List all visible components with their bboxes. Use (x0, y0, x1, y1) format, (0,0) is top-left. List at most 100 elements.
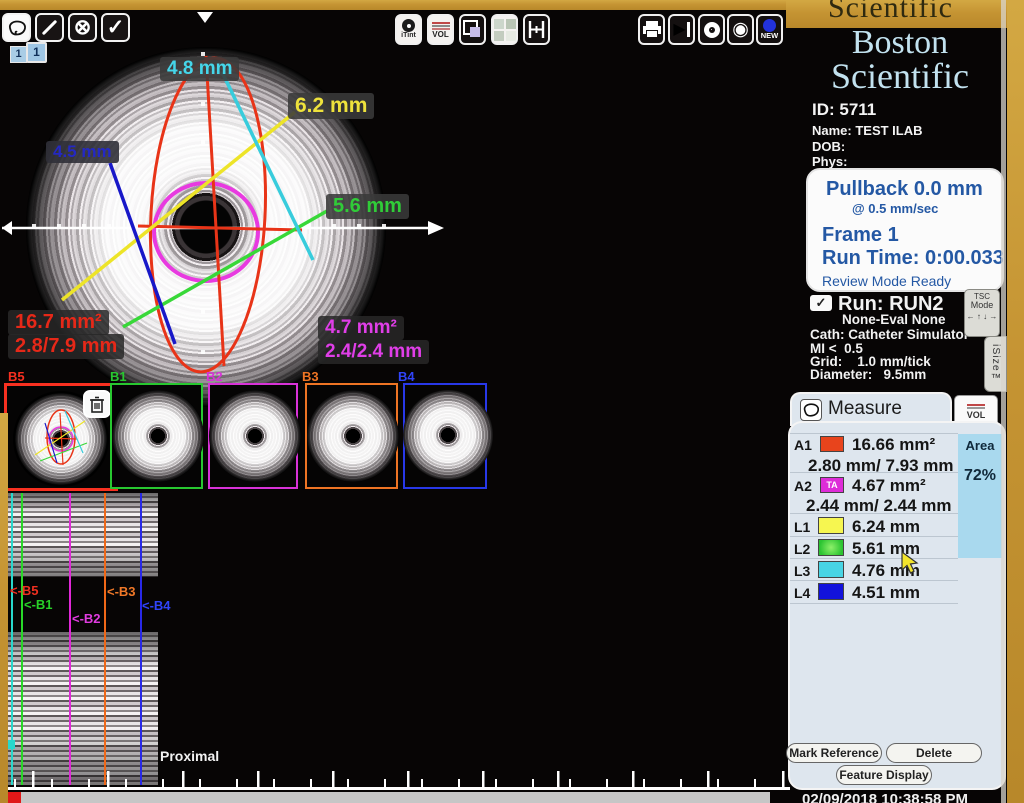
tsc-label2: Mode (965, 301, 999, 310)
ild-bookmark-line-b1[interactable] (21, 493, 23, 785)
patient-phys: Phys: (812, 154, 847, 169)
itint-button[interactable]: iTint (395, 14, 422, 45)
new-label: NEW (761, 32, 779, 40)
review-mode-status: Review Mode Ready (822, 273, 951, 289)
row-divider (790, 472, 958, 473)
row-divider (790, 536, 958, 537)
monitor-bezel-left (0, 413, 8, 803)
area-trace-tool-button[interactable] (2, 13, 31, 42)
axis-arrow-right-icon (428, 221, 444, 235)
layout-overlap-button[interactable] (459, 14, 486, 45)
play-to-end-icon: ▶ (673, 22, 689, 38)
ild-bookmark-line-b2[interactable] (69, 493, 71, 785)
delete-measure-tool-button[interactable]: ⊗ (68, 13, 97, 42)
bookmark-thumb-b4[interactable] (403, 383, 487, 489)
tsc-mode-button[interactable]: TSC Mode ← ↑ ↓ → (964, 289, 1000, 337)
vol-tab-label: VOL (967, 410, 986, 420)
bookmark-thumb-b5[interactable] (4, 383, 118, 491)
a2-diameter-label: 2.4/2.4 mm (318, 340, 429, 364)
bookmark-thumb-b2[interactable] (208, 383, 298, 489)
check-icon: ✓ (107, 17, 125, 38)
disc-icon (704, 22, 720, 38)
row-divider (790, 558, 958, 559)
a2-color-swatch: TA (820, 477, 844, 493)
measure-row-id-l4: L4 (794, 585, 810, 601)
new-run-button[interactable]: NEW (756, 14, 783, 45)
caliper-button[interactable] (523, 14, 550, 45)
thumb-rings (307, 390, 399, 482)
a1-value[interactable]: 16.66 mm² (852, 435, 935, 455)
bookmark-thumb-b3[interactable] (305, 383, 398, 489)
row-divider (790, 603, 958, 604)
ild-scroll-position-marker[interactable] (8, 792, 21, 803)
system-timestamp: 02/09/2018 10:38:58 PM (802, 791, 968, 803)
disc-button[interactable] (698, 14, 725, 45)
ild-scrollbar[interactable] (8, 792, 770, 803)
a1-diameter-label: 2.8/7.9 mm (8, 334, 124, 359)
caliper-icon (527, 20, 546, 39)
record-button[interactable]: ◉ (727, 14, 754, 45)
a2-area-label: 4.7 mm² (318, 316, 404, 340)
record-icon: ◉ (732, 20, 749, 39)
delete-bookmark-button[interactable] (83, 390, 111, 418)
printer-icon (643, 21, 661, 39)
bookmark-label-b2: B2 (206, 369, 223, 384)
bookmark-thumb-b1[interactable] (110, 383, 203, 489)
pullback-value: Pullback 0.0 mm (826, 178, 983, 201)
l3-color-swatch (818, 561, 844, 578)
vol-label: VOL (432, 31, 448, 39)
ild-bookmark-line-b3[interactable] (104, 493, 106, 785)
overlapping-squares-icon (463, 20, 482, 39)
pullback-status-box: Pullback 0.0 mm @ 0.5 mm/sec Frame 1 Run… (806, 168, 1004, 292)
play-to-end-button[interactable]: ▶ (668, 14, 695, 45)
grid-squares-icon (494, 19, 516, 41)
ild-band-top (8, 493, 158, 577)
logo-line2: Scientific (800, 58, 1000, 94)
accept-tool-button[interactable]: ✓ (101, 13, 130, 42)
proximal-label: Proximal (160, 748, 219, 764)
bookmark-label-b3: B3 (302, 369, 319, 384)
ild-band-bottom (8, 632, 158, 785)
a2-value[interactable]: 4.67 mm² (852, 476, 926, 496)
layout-grid-button[interactable] (491, 14, 518, 45)
ild-marker-b5: <-B5 (10, 583, 39, 598)
measure-row-id-a1: A1 (794, 437, 812, 453)
run-select-checkbox[interactable]: ✓ (810, 295, 832, 311)
ild-marker-b2: <-B2 (72, 611, 101, 626)
l4-color-swatch (818, 583, 844, 600)
distance-ruler (8, 770, 790, 790)
tool-count-badge: 1 (10, 46, 27, 63)
screen-edge-highlight (1001, 0, 1006, 803)
patient-dob: DOB: (812, 139, 845, 154)
distance-line-tool-button[interactable] (35, 13, 64, 42)
a1-diameter-h[interactable] (138, 226, 302, 230)
delete-button[interactable]: Delete (886, 743, 982, 763)
ild-marker-b3: <-B3 (107, 584, 136, 599)
mark-reference-button[interactable]: Mark Reference (786, 743, 882, 763)
l1-color-swatch (818, 517, 844, 534)
vol-mode-button[interactable]: VOL (427, 14, 454, 45)
area-trace-icon (7, 20, 27, 36)
row-divider (790, 580, 958, 581)
measure-row-id-l2: L2 (794, 541, 810, 557)
circle-x-icon: ⊗ (74, 17, 92, 38)
a1-diameter-v[interactable] (206, 56, 224, 366)
feature-display-button[interactable]: Feature Display (836, 765, 932, 785)
patient-name: Name: TEST ILAB (812, 123, 923, 138)
l4-value[interactable]: 4.51 mm (852, 583, 920, 603)
logo-line1: Boston (800, 26, 1000, 60)
a2-area-trace[interactable] (154, 183, 258, 281)
tsc-arrows-icon: ← ↑ ↓ → (965, 312, 999, 321)
boston-scientific-logo: Boston Scientific (800, 26, 1000, 94)
measure-row-id-l3: L3 (794, 563, 810, 579)
l3-length-label: 4.8 mm (160, 57, 239, 81)
a1-diameters: 2.80 mm/ 7.93 mm (808, 456, 954, 476)
l2-color-swatch (818, 539, 844, 556)
frame-value: Frame 1 (822, 224, 899, 247)
ild-bookmark-line-b4[interactable] (140, 493, 142, 785)
run-cath: Cath: Catheter Simulator (810, 327, 969, 342)
print-button[interactable] (638, 14, 665, 45)
l1-value[interactable]: 6.24 mm (852, 517, 920, 537)
frame-number-badge: 1 (26, 42, 47, 63)
itint-label: iTint (401, 32, 416, 40)
